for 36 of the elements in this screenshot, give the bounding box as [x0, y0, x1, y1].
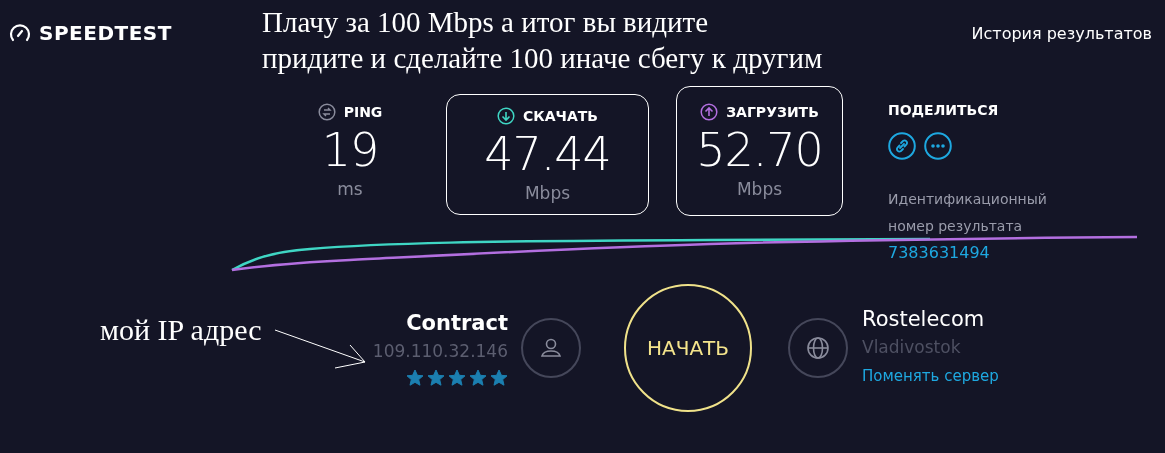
- globe-icon: [804, 334, 832, 362]
- metric-label: PING: [343, 104, 383, 120]
- history-link[interactable]: История результатов: [971, 23, 1152, 43]
- star-icon: [427, 369, 445, 387]
- isp-name: Contract: [406, 310, 508, 337]
- metric-value: 52.70: [696, 122, 823, 179]
- download-icon: [497, 107, 516, 125]
- start-button[interactable]: НАЧАТЬ: [624, 284, 752, 412]
- upload-icon: [700, 103, 719, 121]
- share-label: ПОДЕЛИТЬСЯ: [888, 102, 999, 118]
- user-button[interactable]: [521, 318, 581, 378]
- ping-icon: [317, 103, 336, 121]
- star-icon: [469, 369, 487, 387]
- star-icon: [406, 369, 424, 387]
- server-location: Vladivostok: [862, 336, 961, 359]
- server-button[interactable]: [788, 318, 848, 378]
- metric-unit: Mbps: [524, 183, 571, 203]
- annotation-text: придите и сделайте 100 иначе сбегу к другим: [262, 41, 823, 76]
- metric-unit: Mbps: [736, 179, 783, 199]
- star-icon: [490, 369, 508, 387]
- logo-text[interactable]: SPEEDTEST: [39, 21, 172, 45]
- metric-unit: ms: [337, 179, 363, 199]
- ip-address: 109.110.32.146: [372, 340, 508, 363]
- more-icon[interactable]: [924, 132, 952, 160]
- annotation-text: мой IP адрес: [100, 313, 262, 347]
- metric-value: 47.44: [484, 126, 611, 183]
- change-server-link[interactable]: Поменять сервер: [862, 361, 999, 391]
- result-id-label: Идентификационный номер результата: [888, 190, 1048, 236]
- annotation-text: Плачу за 100 Mbps а итог вы видите: [262, 5, 710, 40]
- metric-label: СКАЧАТЬ: [523, 108, 598, 124]
- metric-value: 19: [321, 122, 379, 179]
- star-icon: [448, 369, 466, 387]
- link-icon[interactable]: [888, 132, 916, 160]
- server-name: Rostelecom: [862, 306, 985, 333]
- metric-label: ЗАГРУЗИТЬ: [726, 104, 819, 120]
- result-id[interactable]: 7383631494: [888, 240, 990, 266]
